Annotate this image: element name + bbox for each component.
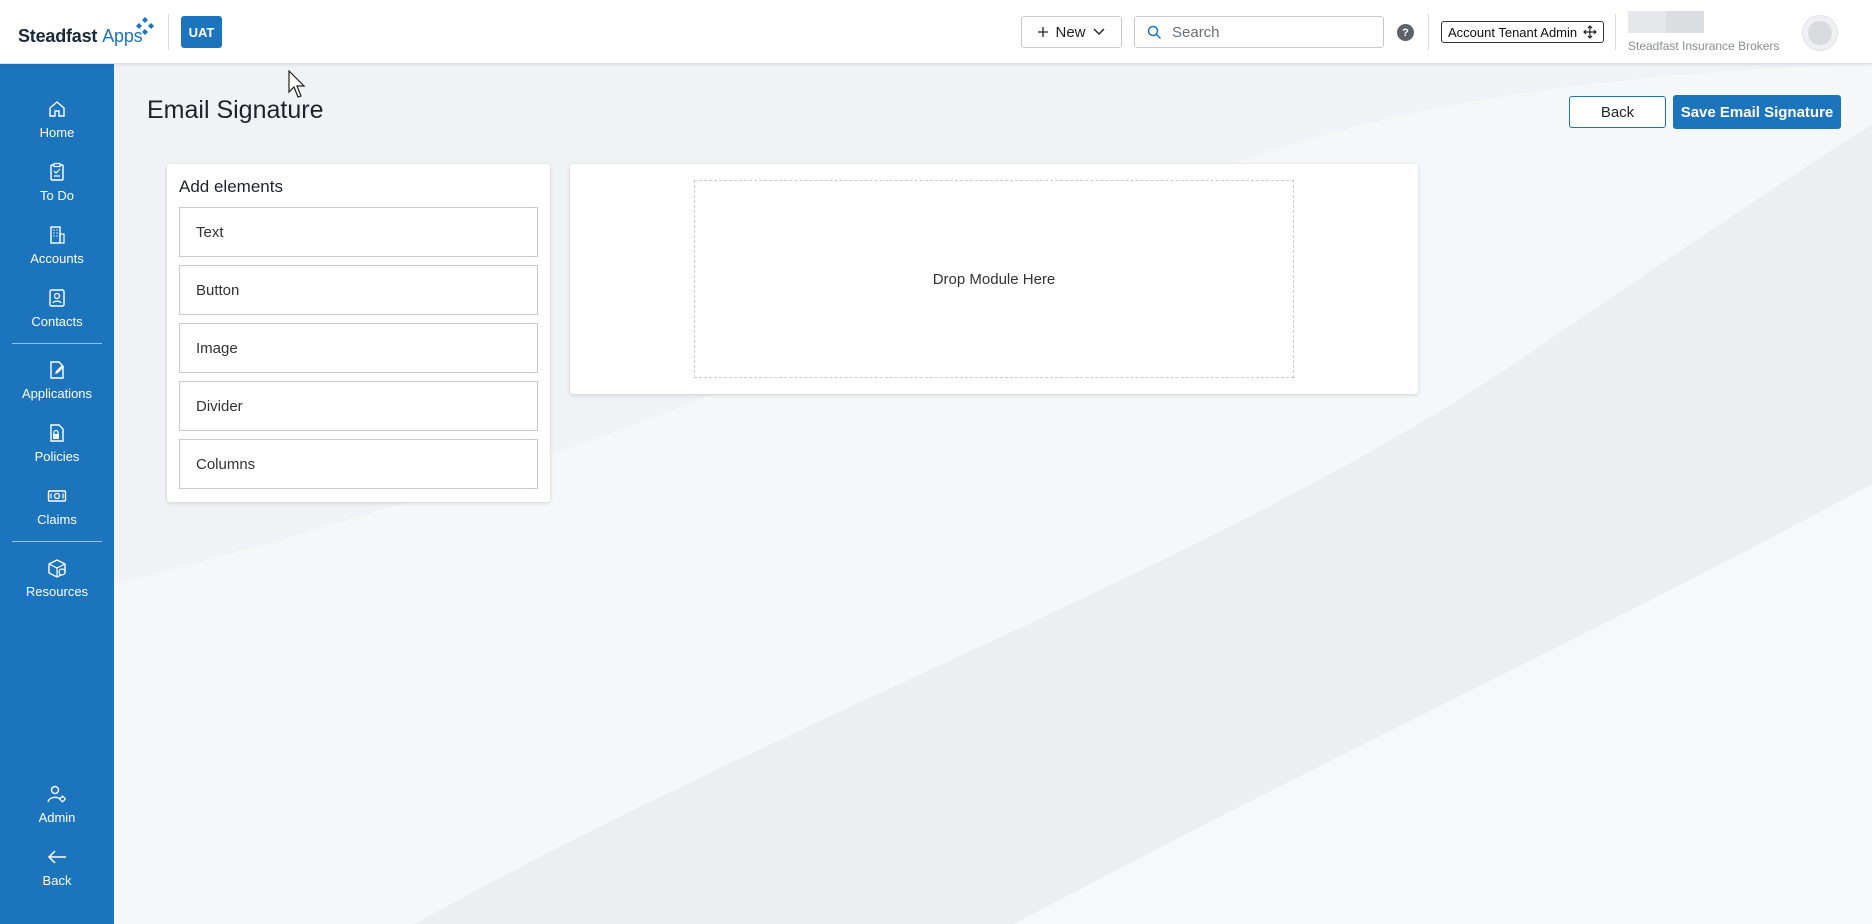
document-edit-icon xyxy=(50,361,64,379)
avatar-image xyxy=(1808,21,1832,45)
user-gear-icon xyxy=(47,785,66,803)
header-divider xyxy=(1428,14,1429,50)
switch-arrows-icon xyxy=(1583,25,1597,39)
plus-icon xyxy=(1038,27,1049,37)
sidebar-item-label: Policies xyxy=(34,449,80,464)
home-icon xyxy=(49,101,65,117)
element-button[interactable]: Button xyxy=(179,265,538,315)
tenant-label: Account Tenant Admin xyxy=(1448,24,1578,40)
sidebar-item-admin[interactable]: Admin xyxy=(0,784,114,840)
sidebar-item-home[interactable]: Home xyxy=(0,99,114,155)
signature-canvas: Drop Module Here xyxy=(570,164,1418,394)
contact-card-icon xyxy=(49,289,65,307)
sidebar-item-back[interactable]: Back xyxy=(0,847,114,903)
box-icon xyxy=(48,559,66,578)
clipboard-icon xyxy=(50,162,64,181)
brand-name: Steadfast xyxy=(18,26,98,46)
drop-zone[interactable]: Drop Module Here xyxy=(694,180,1294,378)
sidebar-item-policies[interactable]: Policies xyxy=(0,423,114,479)
sidebar-item-claims[interactable]: Claims xyxy=(0,486,114,542)
sidebar-item-label: To Do xyxy=(40,188,74,203)
new-button-label: New xyxy=(1055,23,1086,41)
sidebar-item-label: Contacts xyxy=(31,314,83,329)
brand-mark-icon xyxy=(136,17,154,35)
sidebar-divider xyxy=(12,541,102,542)
money-icon xyxy=(47,490,67,502)
sidebar-item-label: Accounts xyxy=(30,251,84,266)
main-content: Email Signature Back Save Email Signatur… xyxy=(114,64,1872,924)
user-info[interactable]: Steadfast Insurance Brokers xyxy=(1628,11,1798,53)
header-divider xyxy=(1615,14,1616,50)
sidebar-item-label: Admin xyxy=(38,810,76,825)
sidebar-divider xyxy=(12,343,102,344)
element-image[interactable]: Image xyxy=(179,323,538,373)
back-button[interactable]: Back xyxy=(1569,96,1666,128)
sidebar-item-label: Home xyxy=(39,125,75,140)
environment-badge: UAT xyxy=(181,16,222,48)
sidebar-item-label: Resources xyxy=(25,584,89,599)
avatar[interactable] xyxy=(1802,15,1838,51)
search-box[interactable] xyxy=(1134,16,1384,48)
sidebar-item-label: Applications xyxy=(21,386,93,401)
help-icon[interactable]: ? xyxy=(1397,24,1414,41)
user-name-placeholder xyxy=(1628,11,1704,33)
chevron-down-icon xyxy=(1093,28,1104,35)
search-input[interactable] xyxy=(1172,23,1362,41)
tenant-switcher[interactable]: Account Tenant Admin xyxy=(1441,21,1604,43)
sidebar: Home To Do Accounts Contacts Application… xyxy=(0,64,114,924)
drop-zone-label: Drop Module Here xyxy=(932,270,1056,288)
save-email-signature-button[interactable]: Save Email Signature xyxy=(1673,95,1841,129)
element-columns[interactable]: Columns xyxy=(179,439,538,489)
new-button[interactable]: New xyxy=(1021,16,1122,48)
document-lock-icon xyxy=(50,424,64,442)
arrow-left-icon xyxy=(47,850,66,864)
sidebar-item-contacts[interactable]: Contacts xyxy=(0,288,114,344)
sidebar-item-resources[interactable]: Resources xyxy=(0,558,114,614)
element-divider[interactable]: Divider xyxy=(179,381,538,431)
sidebar-item-label: Claims xyxy=(37,512,77,527)
header-divider xyxy=(168,14,169,50)
sidebar-item-accounts[interactable]: Accounts xyxy=(0,225,114,281)
page-title: Email Signature xyxy=(147,96,324,124)
sidebar-item-applications[interactable]: Applications xyxy=(0,360,114,416)
building-icon xyxy=(50,226,65,244)
organization-name: Steadfast Insurance Brokers xyxy=(1628,39,1780,53)
sidebar-item-label: Back xyxy=(42,873,72,888)
brand-logo[interactable]: Steadfast Apps xyxy=(18,26,143,47)
sidebar-item-todo[interactable]: To Do xyxy=(0,162,114,218)
mouse-cursor-icon xyxy=(288,70,306,98)
add-elements-title: Add elements xyxy=(179,177,283,196)
element-text[interactable]: Text xyxy=(179,207,538,257)
top-bar: Steadfast Apps UAT New ? Account Tenant … xyxy=(0,0,1872,64)
add-elements-panel: Add elements Text Button Image Divider C… xyxy=(167,164,550,502)
search-icon xyxy=(1147,25,1162,39)
